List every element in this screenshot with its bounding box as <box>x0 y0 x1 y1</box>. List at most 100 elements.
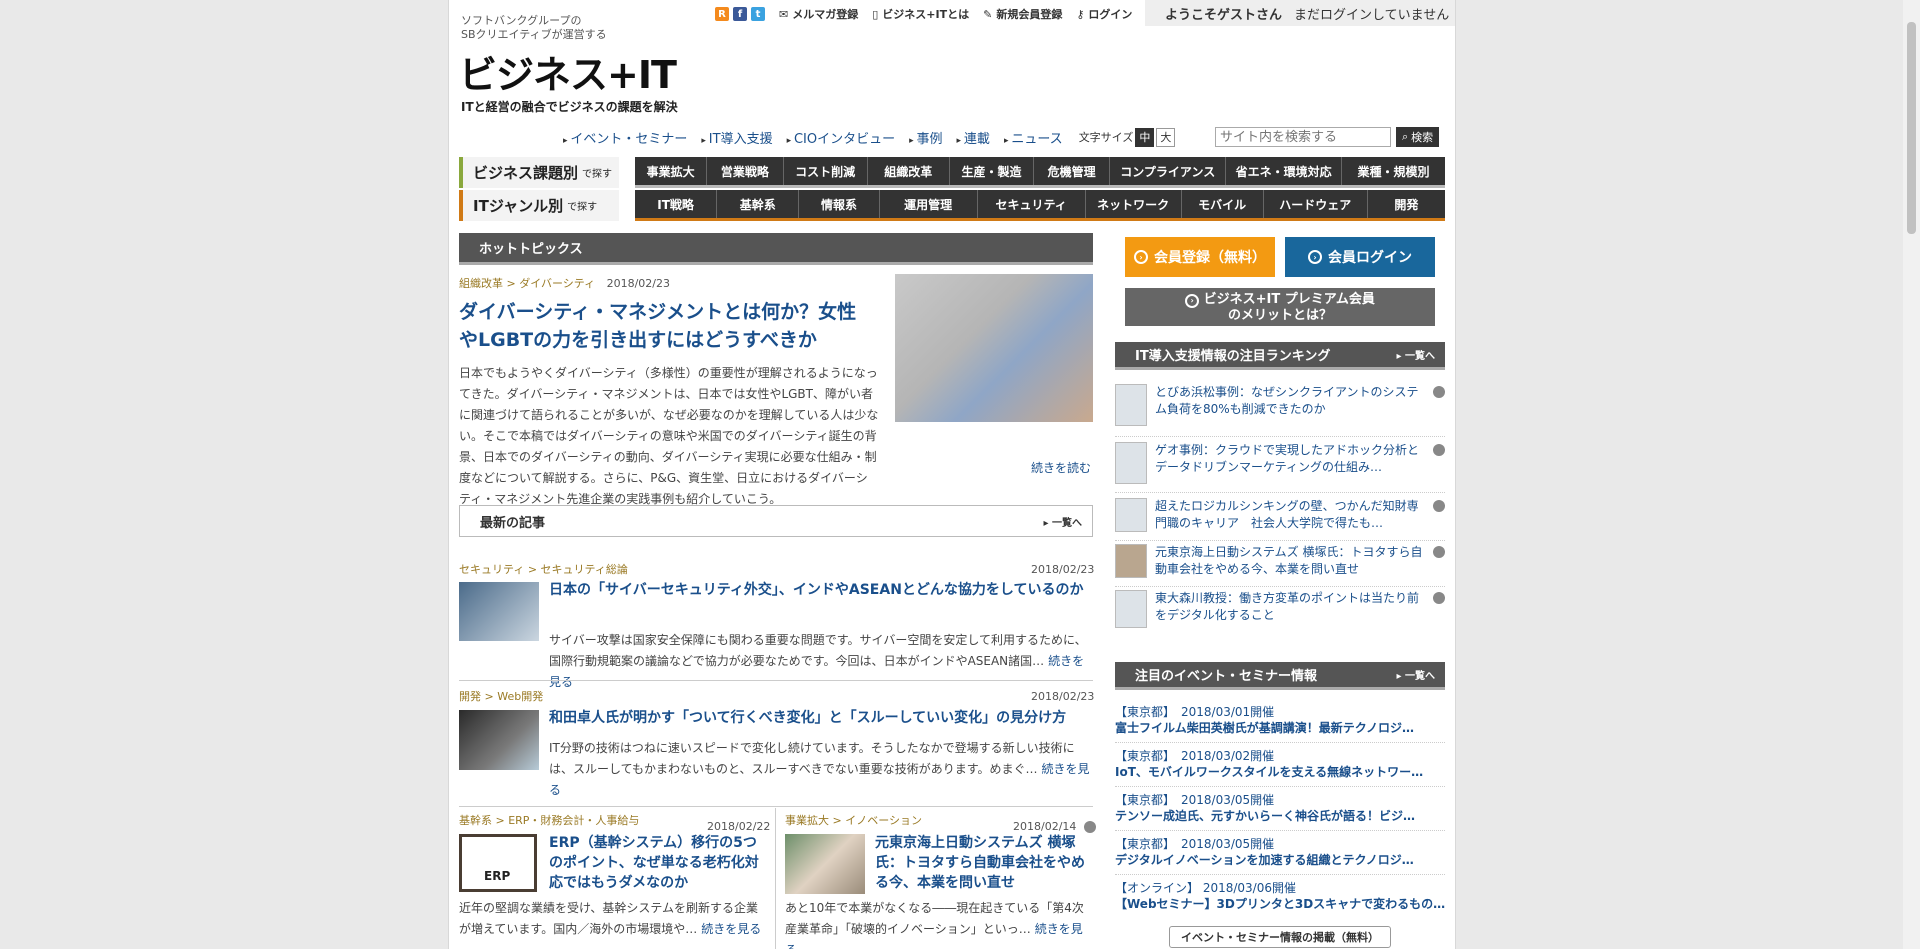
article-3-breadcrumb[interactable]: 基幹系 > ERP・財務会計・人事給与 <box>459 812 639 828</box>
event-item[interactable]: 【東京都】 2018/03/02開催 IoT、モバイルワークスタイルを支える無線… <box>1115 748 1445 787</box>
search-button[interactable]: ⌕ 検索 <box>1396 127 1440 147</box>
event-5-title[interactable]: 【Webセミナー】3Dプリンタと3Dスキャナで変わるもの… <box>1115 896 1445 912</box>
cat-security[interactable]: セキュリティ <box>978 190 1086 218</box>
ranking-item[interactable]: 東大森川教授：働き方変革のポイントは当たり前をデジタル化すること <box>1115 590 1445 634</box>
ranking-item-5-title[interactable]: 東大森川教授：働き方変革のポイントは当たり前をデジタル化すること <box>1155 590 1429 634</box>
article-4-title[interactable]: 元東京海上日動システムズ 横塚氏：トヨタすら自動車会社をやめる今、本業を問い直せ <box>875 833 1093 893</box>
event-1-title[interactable]: 富士フイルム柴田英樹氏が基調講演！最新テクノロジ… <box>1115 720 1445 736</box>
hot-topics-header: ホットトピックス <box>459 233 1093 265</box>
arrow-circle-icon: › <box>1134 250 1148 264</box>
cat-core-systems[interactable]: 基幹系 <box>717 190 800 218</box>
event-2-location-date: 【東京都】 2018/03/02開催 <box>1115 749 1275 763</box>
events-more-link[interactable]: 一覧へ <box>1396 667 1435 682</box>
events-header: 注目のイベント・セミナー情報 一覧へ <box>1115 662 1445 690</box>
newsletter-link[interactable]: ✉ メルマガ登録 <box>779 6 858 22</box>
cat-mobile[interactable]: モバイル <box>1182 190 1264 218</box>
article-1-breadcrumb[interactable]: セキュリティ > セキュリティ総論 <box>459 561 628 577</box>
hot-topic-date: 2018/02/23 <box>606 277 671 290</box>
cat-cost-reduction[interactable]: コスト削減 <box>784 157 868 185</box>
cat-risk-management[interactable]: 危機管理 <box>1034 157 1111 185</box>
article-2-title[interactable]: 和田卓人氏が明かす「ついて行くべき変化」と「スルーしていい変化」の見分け方 <box>549 708 1093 729</box>
font-size-large[interactable]: 大 <box>1156 127 1176 147</box>
ranking-item[interactable]: ゲオ事例：クラウドで実現したアドホック分析とデータドリブンマーケティングの仕組み… <box>1115 442 1445 493</box>
member-only-icon <box>1433 546 1445 558</box>
nav-events[interactable]: イベント・セミナー <box>563 128 687 147</box>
ranking-item-4-title[interactable]: 元東京海上日動システムズ 横塚氏：トヨタすら自動車会社をやめる今、本業を問い直せ <box>1155 544 1429 586</box>
ranking-item[interactable]: 超えたロジカルシンキングの壁、つかんだ知財専門職のキャリア 社会人大学院で得たも… <box>1115 498 1445 541</box>
event-item[interactable]: 【東京都】 2018/03/01開催 富士フイルム柴田英樹氏が基調講演！最新テク… <box>1115 704 1445 743</box>
cat-hardware[interactable]: ハードウェア <box>1264 190 1368 218</box>
search-input[interactable] <box>1215 127 1391 147</box>
hot-topic-image[interactable] <box>895 274 1093 422</box>
nav-news[interactable]: ニュース <box>1004 128 1062 147</box>
article-1-thumbnail[interactable] <box>459 582 539 641</box>
hot-topic-crumb-text[interactable]: 組織改革 > ダイバーシティ <box>459 277 595 290</box>
ranking-item-3-title[interactable]: 超えたロジカルシンキングの壁、つかんだ知財専門職のキャリア 社会人大学院で得たも… <box>1155 498 1429 540</box>
cat-industry-size[interactable]: 業種・規模別 <box>1342 157 1445 185</box>
article-3-readmore[interactable]: 続きを見る <box>701 922 761 936</box>
cat-business-expansion[interactable]: 事業拡大 <box>635 157 708 185</box>
article-2-date: 2018/02/23 <box>1031 690 1095 703</box>
nav-cases[interactable]: 事例 <box>909 128 943 147</box>
cat-sales-strategy[interactable]: 営業戦略 <box>707 157 784 185</box>
cat-energy-environment[interactable]: 省エネ・環境対応 <box>1226 157 1343 185</box>
cat-production[interactable]: 生産・製造 <box>950 157 1035 185</box>
twitter-icon[interactable]: t <box>751 7 765 21</box>
arrow-circle-icon: › <box>1185 293 1200 308</box>
article-3-title[interactable]: ERP（基幹システム）移行の5つのポイント、なぜ単なる老朽化対応ではもうダメなの… <box>549 833 765 893</box>
event-3-location-date: 【東京都】 2018/03/05開催 <box>1115 793 1275 807</box>
page-scrollbar[interactable] <box>1903 0 1920 949</box>
business-category-bar: 事業拡大 営業戦略 コスト削減 組織改革 生産・製造 危機管理 コンプライアンス… <box>635 157 1445 188</box>
login-link[interactable]: ⚷ ログイン <box>1076 6 1132 22</box>
member-only-icon <box>1433 444 1445 456</box>
event-4-title[interactable]: デジタルイノベーションを加速する組織とテクノロジ… <box>1115 852 1445 868</box>
about-link[interactable]: ▯ ビジネス+ITとは <box>872 6 969 22</box>
member-login-label: 会員ログイン <box>1328 250 1412 266</box>
event-2-title[interactable]: IoT、モバイルワークスタイルを支える無線ネットワー… <box>1115 764 1445 780</box>
scrollbar-thumb[interactable] <box>1907 22 1916 234</box>
event-item[interactable]: 【東京都】 2018/03/05開催 デジタルイノベーションを加速する組織とテク… <box>1115 836 1445 875</box>
facebook-icon[interactable]: f <box>733 7 747 21</box>
cat-network[interactable]: ネットワーク <box>1086 190 1182 218</box>
article-4-breadcrumb[interactable]: 事業拡大 > イノベーション <box>785 812 922 828</box>
ranking-item-2-title[interactable]: ゲオ事例：クラウドで実現したアドホック分析とデータドリブンマーケティングの仕組み… <box>1155 442 1429 492</box>
ranking-item[interactable]: とびあ浜松事例：なぜシンクライアントのシステム負荷を80%も削減できたのか <box>1115 384 1445 437</box>
event-3-title[interactable]: テンソー成迫氏、元すかいらーく神谷氏が語る！ビジ… <box>1115 808 1445 824</box>
article-1-title[interactable]: 日本の「サイバーセキュリティ外交」、インドやASEANとどんな協力をしているのか <box>549 580 1093 601</box>
key-icon: ⚷ <box>1076 7 1085 21</box>
ranking-more-link[interactable]: 一覧へ <box>1396 347 1435 362</box>
cat-org-reform[interactable]: 組織改革 <box>868 157 950 185</box>
pencil-icon: ✎ <box>983 7 993 21</box>
hot-topic-title[interactable]: ダイバーシティ・マネジメントとは何か？女性やLGBTの力を引き出すにはどうすべき… <box>459 298 869 354</box>
member-register-button[interactable]: › 会員登録（無料） <box>1125 237 1275 277</box>
hot-topic-readmore[interactable]: 続きを読む <box>1031 459 1091 476</box>
newsletter-label: メルマガ登録 <box>792 8 859 21</box>
operator-tagline-line2: SBクリエイティブが運営する <box>461 28 607 41</box>
premium-benefits-button[interactable]: › ビジネス+IT プレミアム会員 のメリットとは？ <box>1125 288 1435 326</box>
font-size-control: 文字サイズ 中 大 <box>1079 127 1176 147</box>
rss-icon[interactable]: R <box>715 7 729 21</box>
cat-development[interactable]: 開発 <box>1368 190 1445 218</box>
register-link[interactable]: ✎ 新規会員登録 <box>983 6 1062 22</box>
ranking-item-1-title[interactable]: とびあ浜松事例：なぜシンクライアントのシステム負荷を80%も削減できたのか <box>1155 384 1429 436</box>
article-4-thumbnail[interactable] <box>785 834 865 894</box>
ranking-item[interactable]: 元東京海上日動システムズ 横塚氏：トヨタすら自動車会社をやめる今、本業を問い直せ <box>1115 544 1445 587</box>
event-item[interactable]: 【オンライン】 2018/03/06開催 【Webセミナー】3Dプリンタと3Dス… <box>1115 880 1445 918</box>
article-2-breadcrumb[interactable]: 開発 > Web開発 <box>459 688 543 704</box>
article-2-thumbnail[interactable] <box>459 710 539 770</box>
event-post-button[interactable]: イベント・セミナー情報の掲載（無料） <box>1169 926 1391 948</box>
article-divider <box>459 680 1093 681</box>
cat-it-strategy[interactable]: IT戦略 <box>635 190 718 218</box>
site-logo[interactable]: ビジネス+IT <box>459 44 677 99</box>
nav-cio-interview[interactable]: CIOインタビュー <box>787 128 895 147</box>
member-login-button[interactable]: › 会員ログイン <box>1285 237 1435 277</box>
cat-info-systems[interactable]: 情報系 <box>799 190 880 218</box>
nav-series[interactable]: 連載 <box>957 128 990 147</box>
cat-operations[interactable]: 運用管理 <box>880 190 978 218</box>
article-3-thumbnail[interactable]: ERP <box>459 834 537 892</box>
event-item[interactable]: 【東京都】 2018/03/05開催 テンソー成迫氏、元すかいらーく神谷氏が語る… <box>1115 792 1445 831</box>
font-size-medium[interactable]: 中 <box>1135 127 1155 147</box>
cat-compliance[interactable]: コンプライアンス <box>1110 157 1227 185</box>
nav-it-support[interactable]: IT導入支援 <box>701 128 773 147</box>
latest-articles-more[interactable]: 一覧へ <box>1043 514 1082 529</box>
